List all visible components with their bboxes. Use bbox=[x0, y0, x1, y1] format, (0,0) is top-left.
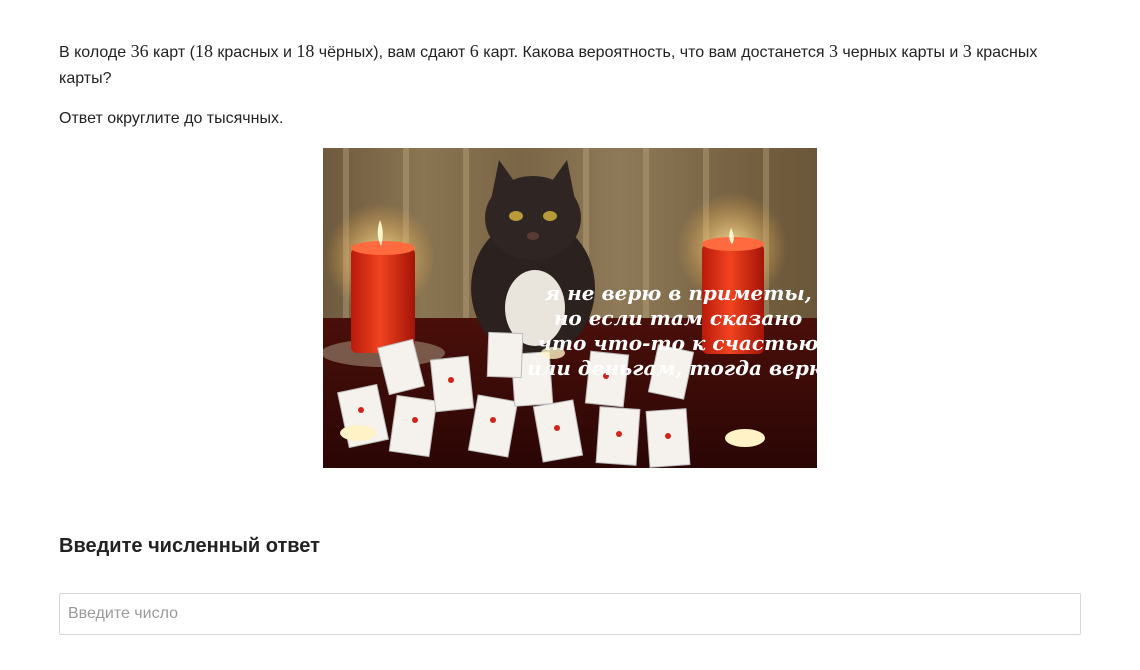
caption-line: что что-то к счастью bbox=[538, 331, 817, 355]
problem-text-part: чёрных), вам сдают bbox=[314, 44, 470, 61]
math-black-cards: 18 bbox=[296, 41, 315, 61]
rounding-note: Ответ округлите до тысячных. bbox=[59, 110, 284, 127]
problem-text-part: В колоде bbox=[59, 44, 131, 61]
problem-text-part: карт ( bbox=[148, 44, 195, 61]
math-black-wanted: 3 bbox=[828, 41, 838, 61]
problem-text-part: карт. Какова вероятность, что вам достан… bbox=[478, 44, 829, 61]
math-total-cards: 36 bbox=[130, 41, 149, 61]
numeric-answer-input[interactable] bbox=[59, 593, 1081, 635]
cat-fortune-illustration: я не верю в приметы, но если там сказано… bbox=[323, 148, 817, 468]
math-red-wanted: 3 bbox=[962, 41, 972, 61]
math-dealt-cards: 6 bbox=[469, 41, 479, 61]
problem-text-part: черных карты и bbox=[837, 44, 963, 61]
answer-section-title: Введите численный ответ bbox=[59, 535, 320, 557]
caption-line: но если там сказано bbox=[554, 306, 802, 330]
math-red-cards: 18 bbox=[194, 41, 213, 61]
cat-fortune-image: я не верю в приметы, но если там сказано… bbox=[323, 148, 817, 468]
problem-text-part: красных и bbox=[212, 44, 297, 61]
caption-line: я не верю в приметы, bbox=[544, 281, 811, 305]
problem-statement: В колоде 36 карт (18 красных и 18 чёрных… bbox=[59, 38, 1081, 92]
problem-text: В колоде 36 карт (18 красных и 18 чёрных… bbox=[59, 38, 1081, 92]
image-caption: я не верю в приметы, но если там сказано… bbox=[527, 281, 817, 380]
caption-line: или деньгам, тогда верю bbox=[527, 356, 817, 380]
